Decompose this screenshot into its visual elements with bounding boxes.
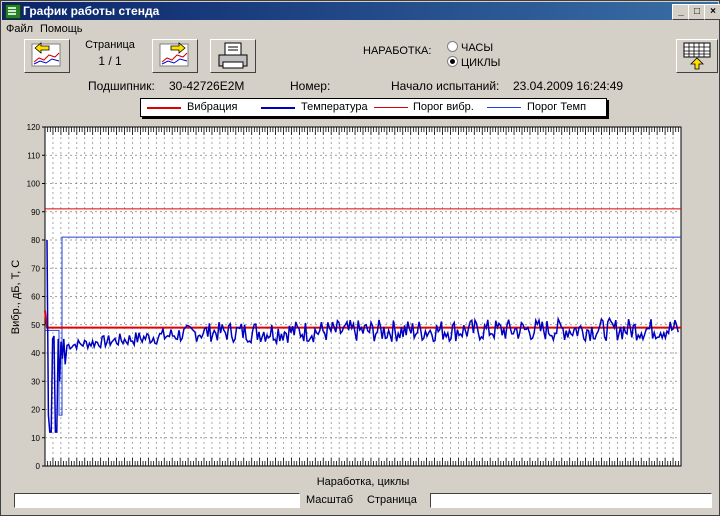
window-title: График работы стенда: [23, 4, 160, 18]
legend-swatch-vib-threshold: [374, 107, 408, 108]
app-icon: [5, 4, 21, 19]
y-axis: 0 10 20 30 40 50 60 70 80 90 100 110 120: [27, 123, 45, 471]
y-tick-label: 0: [36, 462, 41, 471]
y-tick-label: 120: [27, 123, 41, 132]
scale-tab[interactable]: Масштаб: [306, 494, 353, 506]
legend-swatch-temp-threshold: [487, 107, 521, 108]
legend-vib-threshold: Порог вибр.: [413, 101, 474, 113]
radio-cycles[interactable]: [447, 56, 458, 67]
number-label: Номер:: [290, 79, 331, 93]
app-window: График работы стенда _ □ × Файл Помощь С…: [0, 0, 720, 516]
radio-hours[interactable]: [447, 41, 458, 52]
y-tick-label: 60: [31, 293, 40, 302]
start-value: 23.04.2009 16:24:49: [513, 79, 624, 93]
menu-file[interactable]: Файл: [6, 23, 33, 35]
menu-bar: Файл Помощь: [2, 21, 718, 37]
bearing-value: 30-42726E2M: [169, 79, 245, 93]
option-hours-label: ЧАСЫ: [461, 42, 494, 54]
y-tick-label: 80: [31, 236, 40, 245]
y-tick-label: 110: [27, 151, 40, 160]
x-axis-label: Наработка, циклы: [317, 476, 410, 487]
table-icon: [683, 42, 711, 70]
legend-swatch-vibration: [147, 107, 181, 109]
status-bar: Масштаб Страница: [2, 489, 718, 513]
printer-icon: [218, 42, 248, 69]
y-tick-label: 50: [31, 321, 40, 330]
y-tick-label: 100: [27, 180, 41, 189]
page-value: 1 / 1: [98, 54, 122, 68]
legend-vibration: Вибрация: [187, 101, 238, 113]
option-cycles-label: ЦИКЛЫ: [461, 57, 501, 69]
y-tick-label: 30: [31, 377, 40, 386]
page-label: Страница: [85, 39, 135, 51]
y-axis-label: Вибр., дБ, Т, С: [10, 260, 22, 334]
option-hours[interactable]: ЧАСЫ: [447, 41, 493, 54]
toolbar: Страница 1 / 1 НАРАБОТКА: ЧАСЫ ЦИКЛЫ: [2, 37, 718, 75]
page-tab[interactable]: Страница: [367, 494, 417, 506]
prev-page-icon: [31, 42, 61, 67]
bearing-label: Подшипник:: [88, 79, 155, 93]
start-label: Начало испытаний:: [391, 79, 500, 93]
chart-area: 0 10 20 30 40 50 60 70 80 90 100 110 120 Вибр., дБ, …: [10, 123, 682, 487]
y-tick-label: 90: [31, 208, 40, 217]
legend-temp-threshold: Порог Темп: [527, 101, 587, 113]
y-tick-label: 20: [31, 406, 40, 415]
option-cycles[interactable]: ЦИКЛЫ: [447, 56, 500, 69]
menu-help[interactable]: Помощь: [40, 23, 83, 35]
y-tick-label: 10: [31, 434, 40, 443]
page-indicator: Страница 1 / 1: [72, 39, 148, 68]
next-page-icon: [159, 42, 189, 67]
print-button[interactable]: [210, 39, 256, 73]
table-view-button[interactable]: [676, 39, 718, 73]
scale-scrollbar[interactable]: [14, 493, 300, 508]
close-button[interactable]: ×: [704, 4, 720, 20]
y-tick-label: 70: [31, 264, 40, 273]
x-axis-top-ticks: [44, 127, 682, 135]
mode-label: НАРАБОТКА:: [363, 45, 432, 57]
page-scrollbar[interactable]: [430, 493, 712, 508]
legend-swatch-temperature: [261, 107, 295, 109]
y-tick-label: 40: [31, 349, 40, 358]
legend-temperature: Температура: [301, 101, 368, 113]
next-page-button[interactable]: [152, 39, 198, 73]
x-axis-bottom-ticks: [44, 458, 682, 466]
prev-page-button[interactable]: [24, 39, 70, 73]
chart-legend: Вибрация Температура Порог вибр. Порог Т…: [140, 98, 607, 117]
title-bar: График работы стенда _ □ ×: [2, 2, 720, 20]
